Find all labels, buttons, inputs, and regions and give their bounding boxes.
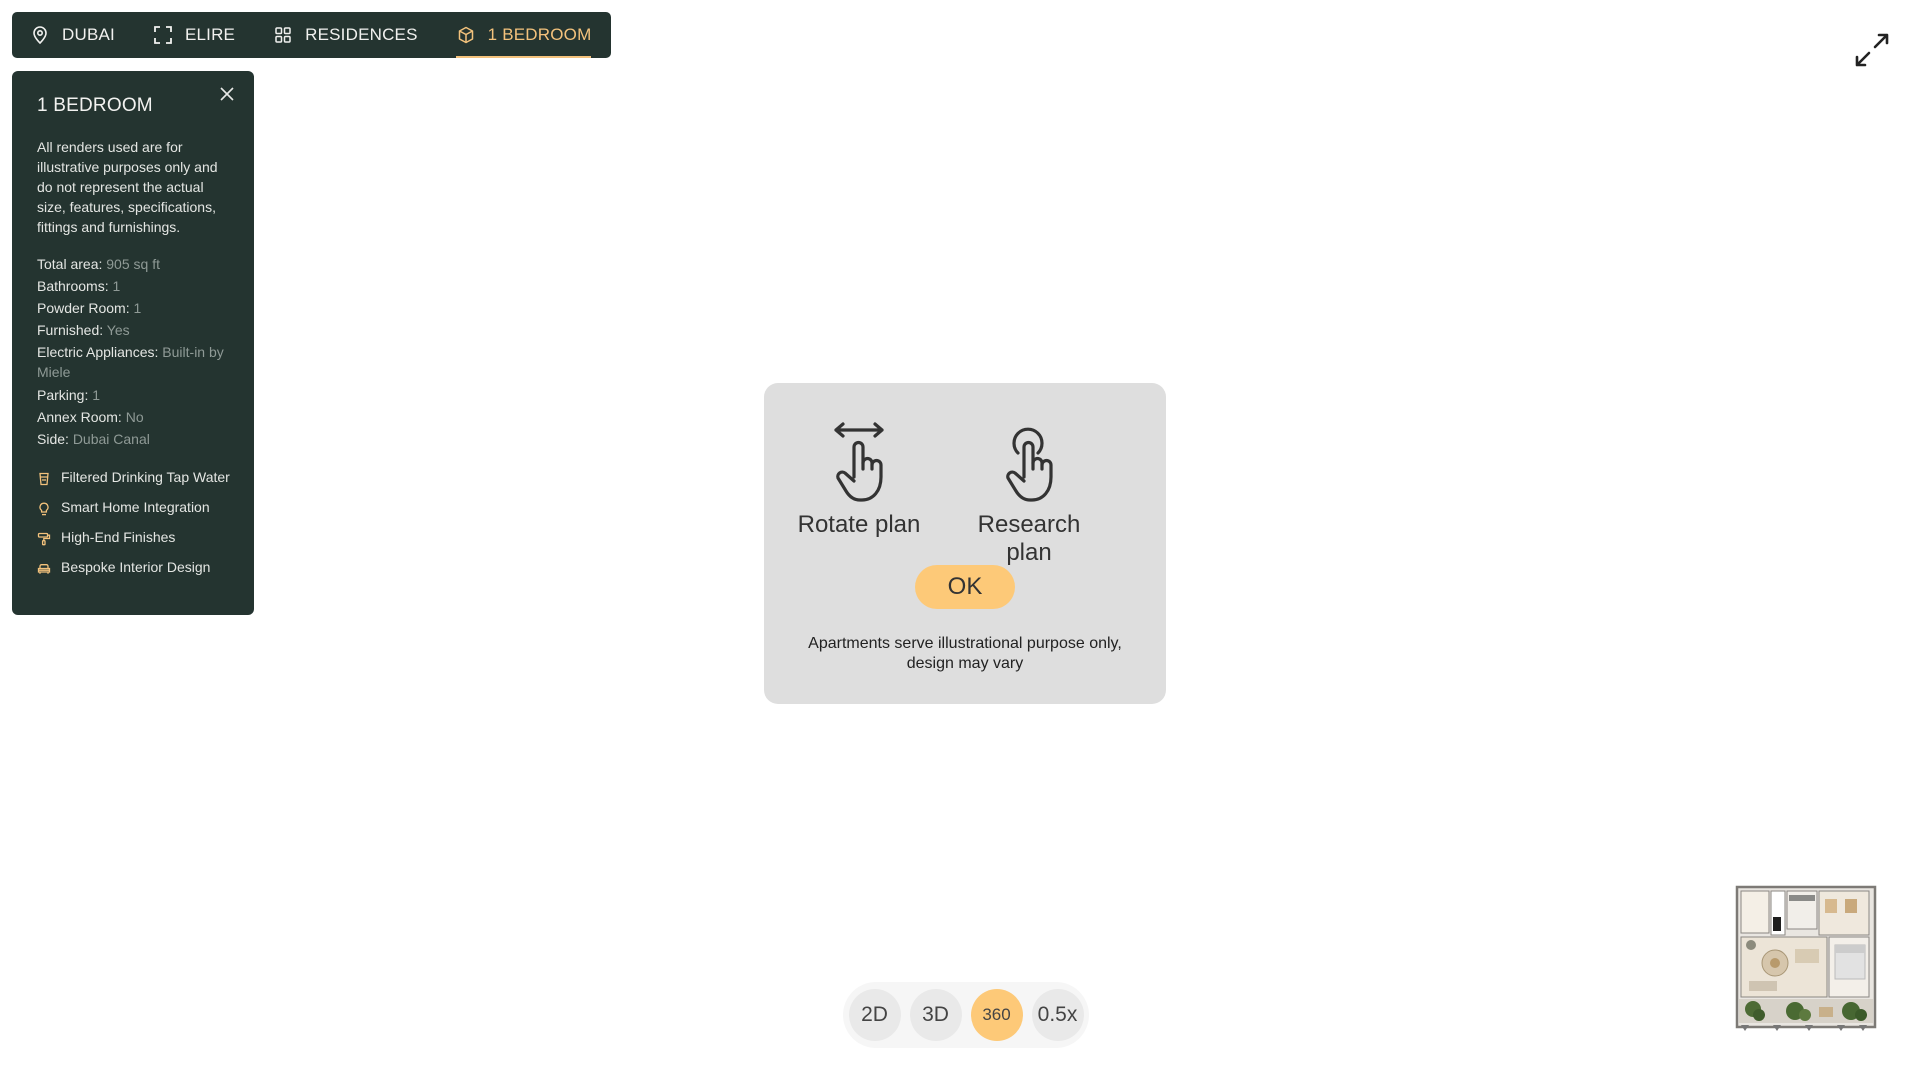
cube-icon (456, 25, 476, 45)
feature-item: High-End Finishes (37, 526, 230, 548)
research-plan-label: Research plan (977, 511, 1081, 566)
spec-side: Side: Dubai Canal (37, 428, 230, 450)
spec-label: Furnished: (37, 322, 104, 338)
research-hint: Research plan (954, 419, 1104, 567)
grid-icon (273, 25, 293, 45)
panel-title: 1 BEDROOM (37, 95, 153, 116)
rotate-gesture-icon (834, 422, 884, 502)
unit-info-panel: 1 BEDROOM All renders used are for illus… (12, 71, 254, 615)
spec-value: 1 (133, 300, 142, 316)
view-360-button[interactable]: 360 (970, 989, 1023, 1041)
spec-parking: Parking: 1 (37, 384, 230, 406)
spec-value: No (125, 409, 144, 425)
feature-list: Filtered Drinking Tap Water Smart Home I… (37, 466, 230, 578)
breadcrumb-nav: DUBAI ELIRE RESIDENCES 1 BEDROOM (12, 12, 612, 58)
view-mode-bar: 2D 3D 360 0.5x (843, 982, 1089, 1048)
feature-item: Smart Home Integration (37, 496, 230, 518)
feature-label: Smart Home Integration (61, 499, 210, 515)
speed-0-5x-button[interactable]: 0.5x (1031, 989, 1084, 1041)
rotate-plan-label: Rotate plan (797, 511, 921, 538)
spec-label: Total area: (37, 256, 103, 272)
nav-item-dubai[interactable]: DUBAI (30, 12, 115, 58)
collapse-fullscreen-icon[interactable] (1852, 30, 1892, 70)
spec-annex-room: Annex Room: No (37, 406, 230, 428)
nav-item-label: 1 BEDROOM (487, 25, 592, 44)
dialog-note: Apartments serve illustrational purpose … (808, 635, 1122, 672)
view-3d-button[interactable]: 3D (909, 989, 962, 1041)
tap-gesture-icon (1006, 427, 1053, 502)
disclaimer-text: All renders used are for illustrative pu… (37, 139, 218, 235)
feature-item: Filtered Drinking Tap Water (37, 466, 230, 488)
lightbulb-icon (37, 500, 51, 516)
spec-value: 905 sq ft (106, 256, 160, 272)
feature-label: Bespoke Interior Design (61, 559, 211, 575)
view-2d-button[interactable]: 2D (848, 989, 901, 1041)
nav-item-label: RESIDENCES (305, 25, 418, 44)
gesture-help-dialog: Rotate plan Research plan OK Apartments … (764, 383, 1166, 704)
spec-label: Parking: (37, 387, 89, 403)
spec-label: Powder Room: (37, 300, 130, 316)
spec-total-area: Total area: 905 sq ft (37, 253, 230, 275)
frame-corners-icon (153, 25, 173, 45)
nav-item-label: DUBAI (62, 25, 115, 44)
spec-powder-room: Powder Room: 1 (37, 297, 230, 319)
sofa-icon (37, 560, 51, 574)
spec-furnished: Furnished: Yes (37, 319, 230, 341)
nav-item-residences[interactable]: RESIDENCES (273, 12, 418, 58)
spec-value: Yes (106, 322, 130, 338)
spec-label: Side: (37, 431, 69, 447)
spec-label: Bathrooms: (37, 278, 109, 294)
paint-roller-icon (37, 530, 51, 546)
feature-label: Filtered Drinking Tap Water (61, 469, 230, 485)
close-icon[interactable] (218, 85, 236, 103)
spec-value: Dubai Canal (72, 431, 150, 447)
floorplan-minimap[interactable] (1733, 885, 1879, 1037)
nav-item-1-bedroom[interactable]: 1 BEDROOM (455, 12, 592, 58)
spec-electric-appliances: Electric Appliances: Built-in by Miele (37, 342, 230, 382)
feature-item: Bespoke Interior Design (37, 556, 230, 578)
nav-item-elire[interactable]: ELIRE (153, 12, 235, 58)
spec-bathrooms: Bathrooms: 1 (37, 275, 230, 297)
spec-label: Electric Appliances: (37, 344, 159, 360)
spec-list: Total area: 905 sq ft Bathrooms: 1 Powde… (37, 253, 230, 450)
floorplan-thumbnail-image (1735, 885, 1877, 1031)
nav-item-label: ELIRE (184, 25, 236, 44)
feature-label: High-End Finishes (61, 529, 176, 545)
water-filter-icon (37, 470, 51, 486)
map-pin-icon (30, 25, 50, 45)
spec-label: Annex Room: (37, 409, 122, 425)
spec-value: 1 (92, 387, 101, 403)
rotate-hint: Rotate plan (784, 419, 934, 539)
ok-button[interactable]: OK (915, 565, 1015, 609)
spec-value: 1 (112, 278, 121, 294)
